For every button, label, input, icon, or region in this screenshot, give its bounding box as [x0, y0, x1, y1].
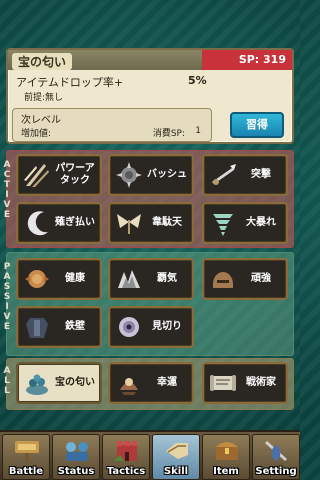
helmet-icon [213, 272, 233, 288]
learn-button[interactable]: 習得 [230, 112, 284, 138]
tab-label: Status [57, 466, 95, 477]
category-passive-label: PASSIVE [3, 262, 11, 332]
bottom-tab-bar: Battle Status Tactics Skill Item Setting [0, 430, 300, 480]
tab-label: Battle [8, 466, 44, 477]
skill-label: 覇気 [157, 273, 177, 284]
skill-name: 宝の匂い [12, 53, 73, 70]
skill-label: バッシュ [147, 169, 187, 180]
claw-slash-icon [24, 164, 49, 187]
skill-label: 幸運 [157, 377, 177, 388]
skill-sturdy[interactable]: 頑強 [202, 258, 288, 300]
tab-tactics[interactable]: Tactics [102, 434, 150, 480]
tab-label: Setting [255, 466, 297, 477]
skill-label: 見切り [152, 321, 182, 332]
treasure-pot-icon [26, 374, 48, 395]
category-all-label: ALL [3, 366, 11, 396]
battle-sign-icon [15, 441, 39, 462]
skill-iron-wall[interactable]: 鉄壁 [16, 306, 102, 348]
skill-fighting-spirit[interactable]: 覇気 [108, 258, 194, 300]
skill-effect: アイテムドロップ率+ [16, 76, 124, 89]
skill-health[interactable]: 健康 [16, 258, 102, 300]
cost-label: 消費SP: [152, 129, 185, 139]
category-active-label: ACTIVE [3, 160, 11, 220]
tab-item[interactable]: Item [202, 434, 250, 480]
treasure-chest-icon [216, 442, 238, 460]
skill-label: 健康 [65, 273, 85, 284]
skill-bash[interactable]: バッシュ [108, 154, 194, 196]
skill-scroll-icon [166, 443, 188, 459]
skill-power-attack[interactable]: パワーア タック [16, 154, 102, 196]
increase-label: 増加値: [21, 129, 52, 139]
armor-icon [26, 318, 48, 338]
skill-label: 突撃 [251, 169, 271, 180]
skill-label: 戦術家 [246, 377, 276, 388]
cost-value: 1 [195, 126, 201, 136]
next-level-label: 次レベル [21, 115, 61, 126]
skill-charge[interactable]: 突撃 [202, 154, 288, 196]
swirl-eye-icon [119, 317, 139, 337]
crescent-slash-icon [27, 211, 48, 236]
next-level-box: 次レベル 増加値: 消費SP: 1 [12, 108, 212, 142]
skill-prerequisite: 前提:無し [24, 93, 64, 103]
skill-idaten[interactable]: 韋駄天 [108, 202, 194, 244]
spiked-mace-icon [116, 162, 142, 188]
tab-skill[interactable]: Skill [152, 434, 200, 480]
skill-label: パワーア タック [55, 163, 95, 186]
skill-tactician[interactable]: 戦術家 [202, 362, 288, 404]
skill-luck[interactable]: 幸運 [108, 362, 194, 404]
skill-label: 大暴れ [246, 217, 276, 228]
skill-insight[interactable]: 見切り [108, 306, 194, 348]
strength-fist-icon [25, 270, 49, 288]
skill-label: 鉄壁 [65, 321, 85, 332]
sp-counter: SP: 319 [202, 50, 292, 70]
castle-icon [114, 441, 137, 461]
skill-sweep[interactable]: 薙ぎ払い [16, 202, 102, 244]
tab-label: Tactics [106, 466, 146, 477]
skill-treasure-scent[interactable]: 宝の匂い [16, 362, 102, 404]
tab-setting[interactable]: Setting [252, 434, 300, 480]
skill-label: 宝の匂い [55, 377, 95, 388]
tab-status[interactable]: Status [52, 434, 100, 480]
skill-label: 薙ぎ払い [55, 217, 95, 228]
lucky-charm-icon [120, 378, 138, 395]
whirlwind-icon [213, 214, 233, 236]
lance-charge-icon [212, 164, 236, 185]
tab-battle[interactable]: Battle [2, 434, 50, 480]
tab-label: Skill [163, 466, 189, 477]
scroll-map-icon [210, 375, 236, 391]
skill-detail-panel: 宝の匂い SP: 319 アイテムドロップ率+ 5% 前提:無し 次レベル 増加… [6, 48, 294, 144]
wings-icon [117, 214, 141, 234]
party-icon [66, 442, 88, 461]
skill-label: 頑強 [251, 273, 271, 284]
aura-icon [118, 270, 140, 288]
tab-label: Item [213, 466, 239, 477]
skill-rampage[interactable]: 大暴れ [202, 202, 288, 244]
sword-shield-icon [265, 441, 287, 461]
skill-label: 韋駄天 [152, 217, 182, 228]
skill-effect-value: 5% [188, 74, 207, 87]
